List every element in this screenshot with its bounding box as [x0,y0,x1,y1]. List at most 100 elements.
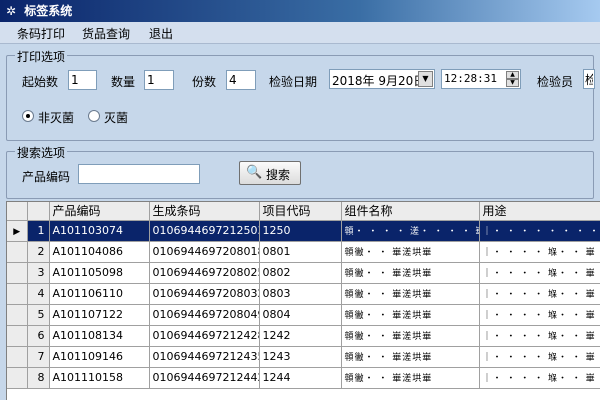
cell-item-code[interactable]: 0801 [259,241,342,263]
cell-product-code[interactable]: A101107122 [49,304,150,326]
cell-product-code[interactable]: A101108134 [49,325,150,347]
inspect-time-value: 12:28:31 [444,72,497,85]
cell-item-code[interactable]: 1242 [259,325,342,347]
start-no-label: 起始数 [22,75,59,89]
sterile-radio[interactable] [88,110,100,122]
row-indicator[interactable] [7,262,28,284]
table-row[interactable]: 7 A101109146 0106944697212435 1243 顇徶・ ・ 崋溠垬… [7,346,600,368]
row-number[interactable]: 3 [27,262,50,284]
non-sterile-label[interactable]: 非灭菌 [38,109,74,126]
title-bar: ✲ 标签系统 [0,0,600,22]
menu-barcode-print[interactable]: 条码打印 [17,25,65,42]
cell-barcode[interactable]: 0106944697212503 [149,220,260,242]
cell-item-code[interactable]: 0803 [259,283,342,305]
table-row[interactable]: 2 A101104086 0106944697208018 0801 顇徶・ ・ 崋溠垬… [7,241,600,263]
cell-barcode[interactable]: 0106944697212435 [149,346,260,368]
cell-product-code[interactable]: A101105098 [49,262,150,284]
product-code-label: 产品编码 [22,170,71,184]
row-indicator[interactable] [7,283,28,305]
cell-barcode[interactable]: 0106944697208018 [149,241,260,263]
col-header-product-code[interactable]: 产品编码 [49,202,150,221]
row-number[interactable]: 7 [27,346,50,368]
cell-part-name[interactable]: 顇徶・ ・ 崋溠垬崋 [341,304,480,326]
window-title: 标签系统 [24,4,73,18]
cell-usage[interactable]: ｜・ ・ ・ ・ 堢・ ・ 崋 [479,241,600,263]
cell-part-name[interactable]: 顇・ ・ ・ ・ 溠・ ・ ・ ・ 崋 [341,220,480,242]
col-header-barcode[interactable]: 生成条码 [149,202,260,221]
row-number[interactable]: 8 [27,367,50,389]
cell-part-name[interactable]: 顇徶・ ・ 崋溠垬崋 [341,367,480,389]
row-indicator[interactable] [7,325,28,347]
cell-barcode[interactable]: 0106944697208049 [149,304,260,326]
cell-item-code[interactable]: 1243 [259,346,342,368]
cell-part-name[interactable]: 顇徶・ ・ 崋溠垬崋 [341,262,480,284]
cell-usage[interactable]: ｜・ ・ ・ ・ 堢・ ・ 崋 [479,304,600,326]
cell-product-code[interactable]: A101110158 [49,367,150,389]
cell-barcode[interactable]: 0106944697208025 [149,262,260,284]
row-number[interactable]: 5 [27,304,50,326]
cell-part-name[interactable]: 顇徶・ ・ 崋溠垬崋 [341,325,480,347]
cell-usage[interactable]: ｜・ ・ ・ ・ 堢・ ・ 崋 [479,283,600,305]
table-row[interactable]: 3 A101105098 0106944697208025 0802 顇徶・ ・ 崋溠垬… [7,262,600,284]
print-options-legend: 打印选项 [15,48,68,65]
cell-part-name[interactable]: 顇徶・ ・ 崋溠垬崋 [341,346,480,368]
col-header-usage[interactable]: 用途 [479,202,600,221]
col-header-item-code[interactable]: 项目代码 [259,202,342,221]
inspector-label: 检验员 [537,75,574,89]
inspect-date-picker[interactable]: 2018年 9月20日 ▼ [329,69,435,89]
row-number[interactable]: 2 [27,241,50,263]
row-indicator[interactable] [7,346,28,368]
row-indicator[interactable]: ▶ [7,220,28,242]
results-grid[interactable]: 产品编码 生成条码 项目代码 组件名称 用途 ▶ 1 A101103074 01069… [6,201,600,400]
menu-goods-query[interactable]: 货品查询 [82,25,130,42]
cell-product-code[interactable]: A101109146 [49,346,150,368]
menu-exit[interactable]: 退出 [149,25,173,42]
search-button[interactable]: 🔍 搜索 [239,161,301,185]
cell-usage[interactable]: ｜・ ・ ・ ・ ・ ・ ・ ・ [479,220,600,242]
sterile-label[interactable]: 灭菌 [104,109,128,126]
start-no-input[interactable] [68,70,97,90]
copies-input[interactable] [226,70,256,90]
quantity-input[interactable] [144,70,174,90]
spin-down-icon[interactable]: ▼ [506,79,519,87]
cell-product-code[interactable]: A101104086 [49,241,150,263]
search-options-group: 搜索选项 产品编码 🔍 搜索 [6,144,594,199]
row-number[interactable]: 1 [27,220,50,242]
cell-barcode[interactable]: 0106944697212428 [149,325,260,347]
search-options-legend: 搜索选项 [15,144,68,161]
row-number[interactable]: 4 [27,283,50,305]
row-indicator[interactable] [7,304,28,326]
cell-usage[interactable]: ｜・ ・ ・ ・ 堢・ ・ 崋 [479,325,600,347]
cell-usage[interactable]: ｜・ ・ ・ ・ 堢・ ・ 崋 [479,367,600,389]
cell-part-name[interactable]: 顇徶・ ・ 崋溠垬崋 [341,283,480,305]
row-number-header [27,202,50,221]
row-indicator[interactable] [7,367,28,389]
cell-item-code[interactable]: 0802 [259,262,342,284]
app-logo-icon: ✲ [5,4,17,18]
table-row[interactable]: 8 A101110158 0106944697212442 1244 顇徶・ ・ 崋溠垬… [7,367,600,389]
table-row[interactable]: 6 A101108134 0106944697212428 1242 顇徶・ ・ 崋溠垬… [7,325,600,347]
cell-usage[interactable]: ｜・ ・ ・ ・ 堢・ ・ 崋 [479,346,600,368]
cell-product-code[interactable]: A101106110 [49,283,150,305]
product-code-input[interactable] [78,164,200,184]
cell-usage[interactable]: ｜・ ・ ・ ・ 堢・ ・ 崋 [479,262,600,284]
inspect-date-value: 2018年 9月20日 [332,74,426,88]
row-indicator[interactable] [7,241,28,263]
table-row[interactable]: ▶ 1 A101103074 0106944697212503 1250 顇・ ・ ・ ・… [7,220,600,242]
cell-item-code[interactable]: 1244 [259,367,342,389]
inspector-input[interactable] [583,69,595,89]
chevron-down-icon[interactable]: ▼ [418,71,433,87]
cell-item-code[interactable]: 1250 [259,220,342,242]
cell-product-code[interactable]: A101103074 [49,220,150,242]
inspect-time-picker[interactable]: 12:28:31 ▲ ▼ [441,69,521,89]
table-row[interactable]: 5 A101107122 0106944697208049 0804 顇徶・ ・ 崋溠垬… [7,304,600,326]
non-sterile-radio[interactable] [22,110,34,122]
cell-barcode[interactable]: 0106944697208032 [149,283,260,305]
col-header-part-name[interactable]: 组件名称 [341,202,480,221]
cell-item-code[interactable]: 0804 [259,304,342,326]
row-number[interactable]: 6 [27,325,50,347]
table-row[interactable]: 4 A101106110 0106944697208032 0803 顇徶・ ・ 崋溠垬… [7,283,600,305]
cell-barcode[interactable]: 0106944697212442 [149,367,260,389]
spin-up-icon[interactable]: ▲ [506,71,519,79]
cell-part-name[interactable]: 顇徶・ ・ 崋溠垬崋 [341,241,480,263]
